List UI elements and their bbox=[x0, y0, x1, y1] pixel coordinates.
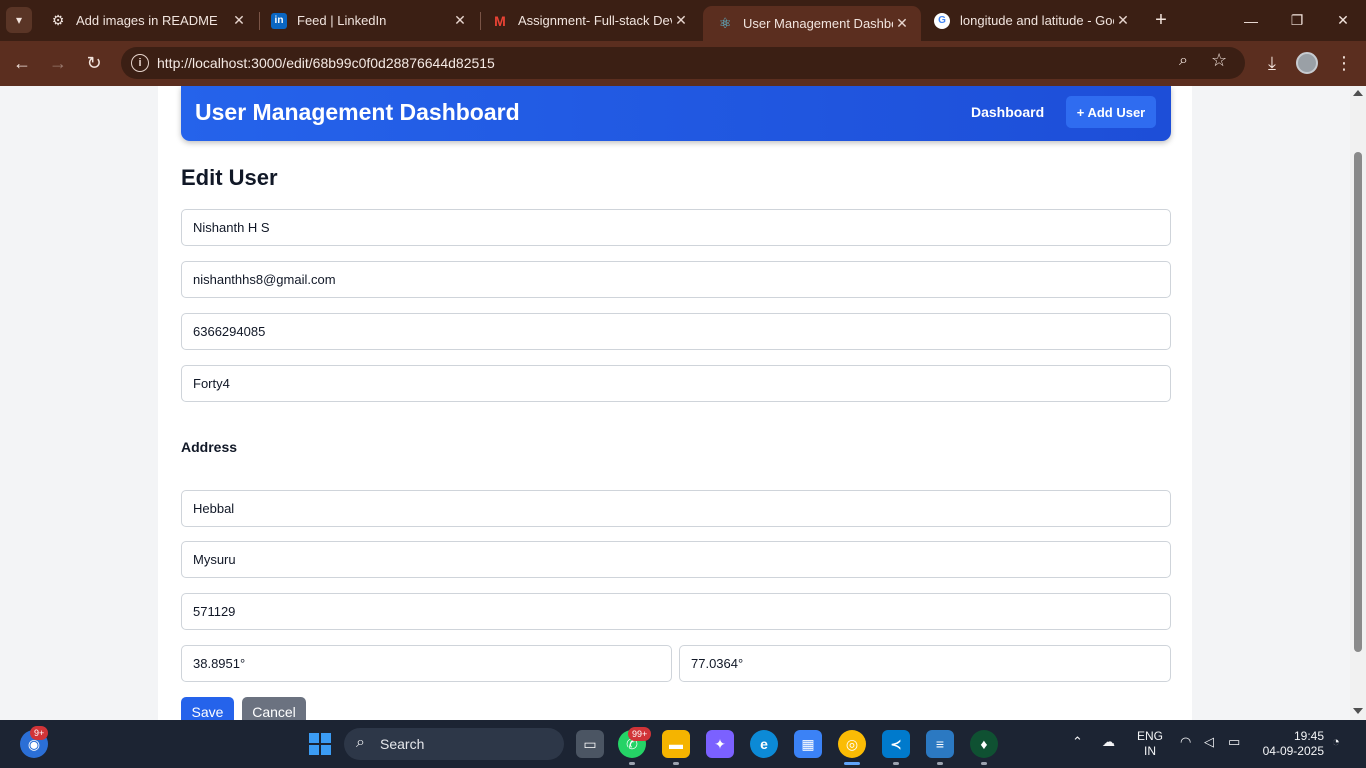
react-icon: ⚛ bbox=[718, 15, 732, 31]
microsoft-store-icon[interactable]: ▦ bbox=[794, 730, 822, 758]
close-tab-icon[interactable]: ✕ bbox=[230, 12, 248, 29]
more-menu-icon[interactable]: ⋮ bbox=[1330, 49, 1358, 77]
file-explorer-icon[interactable]: ▬ bbox=[662, 730, 690, 758]
restore-icon[interactable]: ❐ bbox=[1274, 0, 1320, 41]
email-field[interactable] bbox=[181, 261, 1171, 298]
language-indicator[interactable]: ENG IN bbox=[1137, 729, 1163, 759]
close-tab-icon[interactable]: ✕ bbox=[893, 15, 911, 32]
tab-linkedin[interactable]: in Feed | LinkedIn ✕ bbox=[257, 0, 479, 41]
app-title: User Management Dashboard bbox=[195, 99, 520, 125]
clock-date: 04-09-2025 bbox=[1262, 744, 1324, 758]
vscode-icon[interactable]: ≺ bbox=[882, 730, 910, 758]
windows-start-icon[interactable] bbox=[306, 730, 334, 758]
system-clock[interactable]: 19:45 04-09-2025 bbox=[1258, 729, 1324, 759]
close-tab-icon[interactable]: ✕ bbox=[1114, 12, 1132, 29]
add-user-button[interactable]: + Add User bbox=[1066, 96, 1156, 128]
nav-dashboard-link[interactable]: Dashboard bbox=[971, 104, 1044, 120]
windows-taskbar: ◉ 9+ ⌕ Search ▭ ✆ 99+ ▬ ✦ e ▦ ◎ ≺ ≡ ♦ ⌃ … bbox=[0, 720, 1366, 768]
google-icon: G bbox=[934, 12, 950, 29]
linkedin-icon: in bbox=[271, 12, 287, 29]
tab-gmail-assignment[interactable]: M Assignment- Full-stack Deve ✕ bbox=[478, 0, 700, 41]
latitude-field[interactable] bbox=[181, 645, 672, 682]
search-label: Search bbox=[380, 736, 425, 752]
copilot-icon[interactable]: ✦ bbox=[706, 730, 734, 758]
address-heading: Address bbox=[181, 439, 238, 455]
city-field[interactable] bbox=[181, 541, 1171, 578]
running-indicator bbox=[893, 762, 899, 765]
scroll-down-arrow-icon[interactable] bbox=[1353, 708, 1363, 714]
clock-time: 19:45 bbox=[1293, 729, 1324, 743]
app-header: User Management Dashboard Dashboard + Ad… bbox=[181, 86, 1171, 141]
show-hidden-icons-chevron-icon[interactable]: ⌃ bbox=[1072, 734, 1083, 750]
bookmark-star-icon[interactable]: ☆ bbox=[1211, 50, 1227, 71]
scroll-up-arrow-icon[interactable] bbox=[1353, 90, 1363, 96]
close-tab-icon[interactable]: ✕ bbox=[451, 12, 469, 29]
edge-browser-icon[interactable]: e bbox=[750, 730, 778, 758]
running-indicator-active bbox=[844, 762, 860, 765]
tab-title: User Management Dashboa bbox=[743, 16, 893, 31]
running-indicator bbox=[981, 762, 987, 765]
close-tab-icon[interactable]: ✕ bbox=[672, 12, 690, 29]
scrollbar-thumb[interactable] bbox=[1354, 152, 1362, 652]
tab-title: Add images in README bbox=[76, 13, 218, 28]
page-title: Edit User bbox=[181, 165, 278, 190]
battery-icon[interactable]: ▭ bbox=[1228, 734, 1240, 750]
profile-avatar[interactable] bbox=[1296, 52, 1318, 74]
save-button[interactable]: Save bbox=[181, 697, 234, 720]
reload-icon[interactable]: ↻ bbox=[80, 49, 108, 77]
mongodb-compass-icon[interactable]: ♦ bbox=[970, 730, 998, 758]
name-field[interactable] bbox=[181, 209, 1171, 246]
company-field[interactable] bbox=[181, 365, 1171, 402]
tab-add-images-readme[interactable]: ⚙ Add images in README ✕ bbox=[36, 0, 258, 41]
zoom-magnifier-icon[interactable]: ⌕ bbox=[1179, 52, 1188, 70]
running-indicator bbox=[937, 762, 943, 765]
search-icon: ⌕ bbox=[356, 734, 365, 751]
tab-google-search[interactable]: G longitude and latitude - Goo ✕ bbox=[920, 0, 1142, 41]
chatgpt-icon: ⚙ bbox=[51, 12, 65, 28]
zipcode-field[interactable] bbox=[181, 593, 1171, 630]
url-text[interactable]: http://localhost:3000/edit/68b99c0f0d288… bbox=[157, 55, 495, 71]
running-indicator bbox=[629, 762, 635, 765]
running-indicator bbox=[673, 762, 679, 765]
taskbar-search-box[interactable]: ⌕ Search bbox=[344, 728, 564, 760]
back-arrow-icon[interactable]: ← bbox=[8, 49, 36, 77]
task-view-icon[interactable]: ▭ bbox=[576, 730, 604, 758]
tab-title: Assignment- Full-stack Deve bbox=[518, 13, 672, 28]
tab-title: Feed | LinkedIn bbox=[297, 13, 387, 28]
new-tab-plus-icon[interactable]: + bbox=[1150, 8, 1172, 32]
tab-user-management[interactable]: ⚛ User Management Dashboa ✕ bbox=[703, 6, 921, 41]
cancel-button[interactable]: Cancel bbox=[242, 697, 306, 720]
browser-toolbar: ← → ↻ i http://localhost:3000/edit/68b99… bbox=[0, 41, 1366, 86]
phone-field[interactable] bbox=[181, 313, 1171, 350]
address-bar[interactable]: i http://localhost:3000/edit/68b99c0f0d2… bbox=[121, 47, 1245, 79]
notepad-icon[interactable]: ≡ bbox=[926, 730, 954, 758]
region-code: IN bbox=[1144, 744, 1156, 758]
street-field[interactable] bbox=[181, 490, 1171, 527]
onedrive-offline-icon[interactable]: ☁ bbox=[1102, 734, 1115, 750]
tab-strip: ▾ ⚙ Add images in README ✕ in Feed | Lin… bbox=[0, 0, 1366, 41]
volume-icon[interactable]: ◁ bbox=[1204, 734, 1214, 750]
page-viewport: User Management Dashboard Dashboard + Ad… bbox=[0, 86, 1350, 720]
minimize-icon[interactable]: — bbox=[1228, 0, 1274, 41]
language-code: ENG bbox=[1137, 729, 1164, 743]
download-icon[interactable]: ⤓ bbox=[1258, 49, 1286, 77]
chrome-icon[interactable]: ◎ bbox=[838, 730, 866, 758]
close-window-icon[interactable]: ✕ bbox=[1320, 0, 1366, 41]
notification-bell-icon[interactable]: ◔ bbox=[1332, 734, 1340, 749]
tab-title: longitude and latitude - Goo bbox=[960, 13, 1114, 28]
site-info-icon[interactable]: i bbox=[131, 54, 149, 72]
chat-notification-badge: 9+ bbox=[30, 726, 49, 740]
whatsapp-notification-badge: 99+ bbox=[628, 727, 652, 741]
forward-arrow-icon[interactable]: → bbox=[44, 49, 72, 77]
wifi-icon[interactable]: ◠ bbox=[1180, 734, 1191, 750]
tab-search-menu-button[interactable]: ▾ bbox=[6, 7, 32, 33]
page-scrollbar[interactable] bbox=[1350, 86, 1366, 720]
gmail-icon: M bbox=[494, 12, 506, 29]
longitude-field[interactable] bbox=[679, 645, 1171, 682]
